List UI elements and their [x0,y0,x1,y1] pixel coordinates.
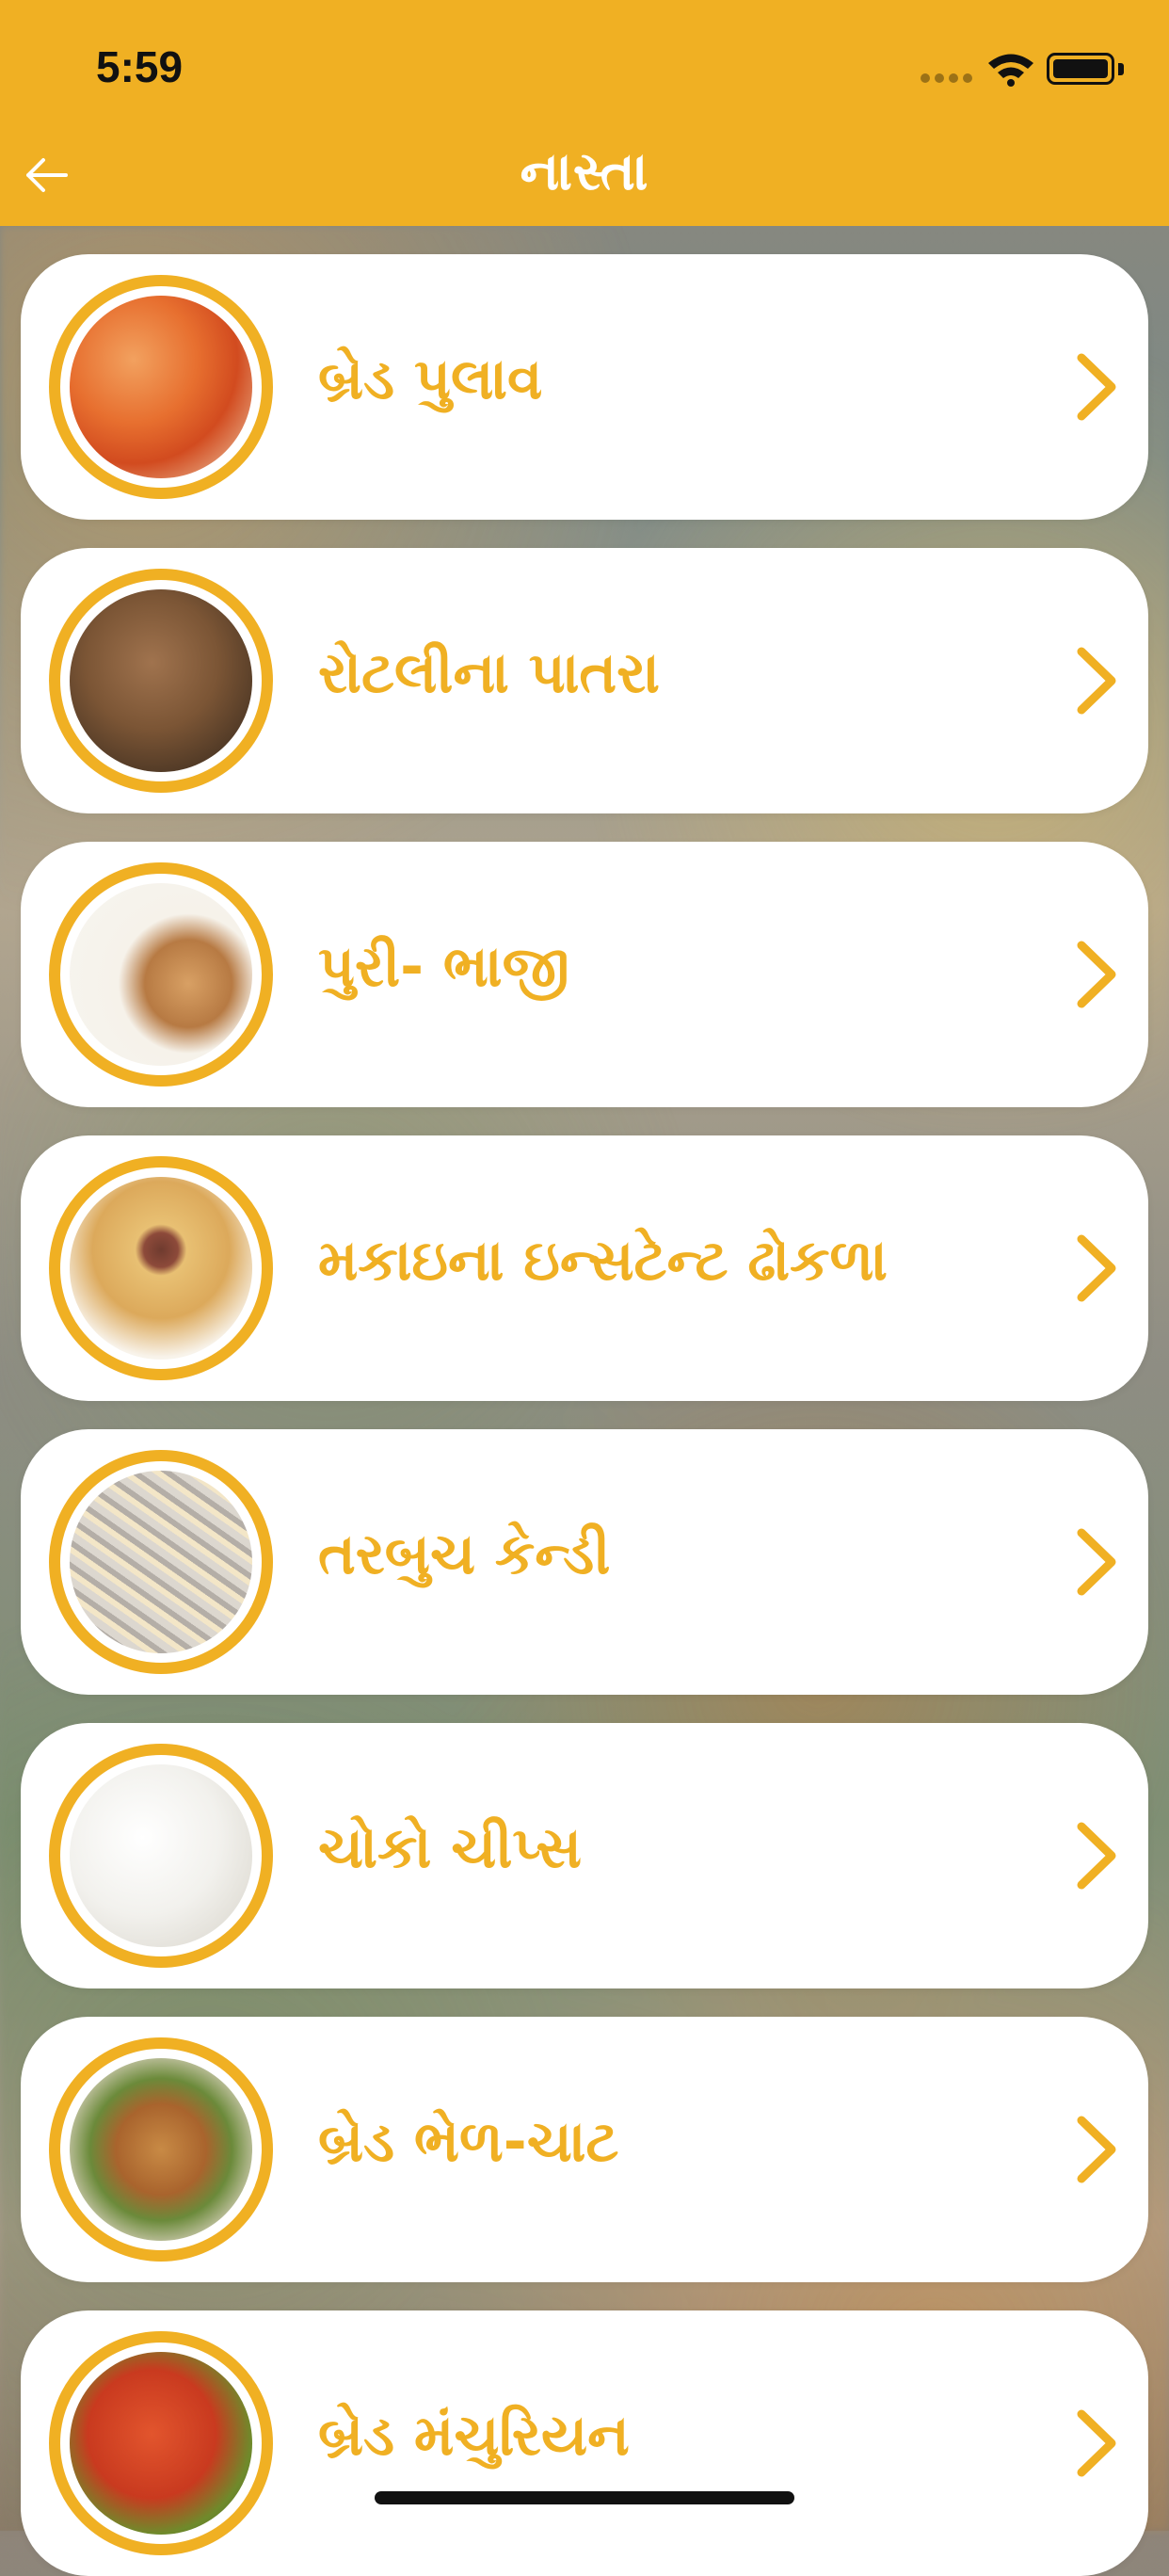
chevron-right-icon [1077,941,1116,1008]
list-item[interactable]: પુરી- ભાજી [21,842,1148,1107]
thumbnail-image [49,1744,273,1968]
wifi-icon [988,54,1033,87]
thumbnail-image [49,2037,273,2262]
list-item[interactable]: રોટલીના પાતરા [21,548,1148,813]
signal-dots-icon [921,73,973,85]
thumbnail-image [49,862,273,1087]
item-label: રોટલીના પાતરા [318,640,660,706]
list-item[interactable]: બ્રેડ મંચુરિયન [21,2310,1148,2576]
battery-icon [1047,53,1114,85]
chevron-right-icon [1077,1822,1116,1890]
page-title: નાસ્તા [520,141,649,202]
thumbnail-image [49,2331,273,2555]
item-label: તરબુચ કેન્ડી [318,1521,611,1587]
thumbnail-image [49,569,273,793]
list-item[interactable]: તરબુચ કેન્ડી [21,1429,1148,1695]
chevron-right-icon [1077,2116,1116,2183]
status-time: 5:59 [96,42,184,91]
chevron-right-icon [1077,1528,1116,1596]
item-label: બ્રેડ પુલાવ [318,346,543,412]
list-item[interactable]: બ્રેડ ભેળ-ચાટ [21,2017,1148,2282]
chevron-right-icon [1077,2409,1116,2477]
thumbnail-image [49,1450,273,1674]
item-label: બ્રેડ મંચુરિયન [318,2403,630,2469]
thumbnail-image [49,275,273,499]
home-indicator [375,2491,794,2504]
item-label: મકાઇના ઇન્સટેન્ટ ઢોકળા [318,1228,888,1294]
chevron-right-icon [1077,1234,1116,1302]
battery-cap [1118,63,1124,75]
chevron-right-icon [1077,353,1116,421]
app-header: 5:59 નાસ્તા [0,0,1169,226]
item-label: બ્રેડ ભેળ-ચાટ [318,2109,619,2175]
thumbnail-image [49,1156,273,1380]
list-item[interactable]: મકાઇના ઇન્સટેન્ટ ઢોકળા [21,1135,1148,1401]
chevron-right-icon [1077,647,1116,715]
item-label: પુરી- ભાજી [318,934,569,1000]
list-item[interactable]: ચોકો ચીપ્સ [21,1723,1148,1988]
item-label: ચોકો ચીપ્સ [318,1815,583,1881]
list-item[interactable]: બ્રેડ પુલાવ [21,254,1148,520]
